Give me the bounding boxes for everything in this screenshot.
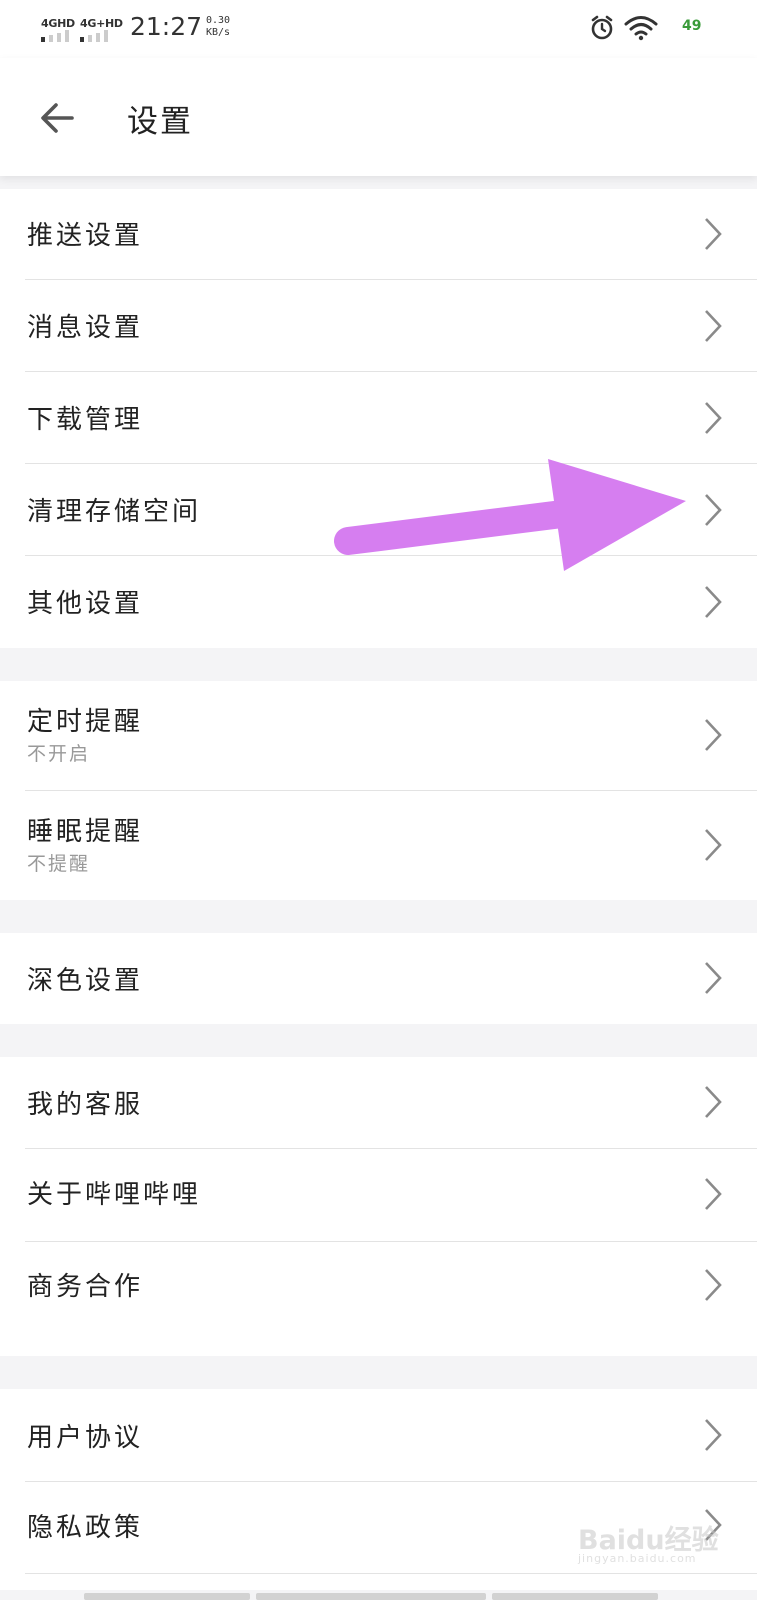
chevron-right-icon	[705, 1086, 722, 1118]
chevron-right-icon	[705, 719, 722, 751]
setting-label: 深色设置	[27, 966, 144, 996]
bottom-edge	[0, 1590, 757, 1600]
signal-indicator-1: 4GHD	[41, 12, 75, 42]
setting-label: 我的客服	[27, 1090, 144, 1120]
app-header: 设置	[0, 58, 757, 176]
divider	[25, 1573, 757, 1574]
setting-label: 关于哔哩哔哩	[27, 1180, 202, 1210]
setting-label: 睡眠提醒	[27, 817, 144, 847]
setting-label: 用户协议	[27, 1423, 144, 1453]
setting-label: 消息设置	[27, 313, 144, 343]
chevron-right-icon	[705, 829, 722, 861]
network-speed: 0.30 KB/s	[206, 15, 230, 39]
baidu-watermark: Baidu经验 jingyan.baidu.com	[578, 1510, 738, 1570]
settings-group-appearance: 深色设置	[0, 933, 757, 1024]
battery-level: 49	[682, 18, 702, 34]
chevron-right-icon	[705, 310, 722, 342]
alarm-icon	[591, 15, 613, 40]
watermark-url: jingyan.baidu.com	[578, 1552, 697, 1565]
network-speed-unit: KB/s	[206, 27, 231, 38]
signal-indicator-2: 4G+HD	[80, 12, 123, 42]
signal-label-2: 4G+HD	[80, 17, 123, 30]
signal-label-1: 4GHD	[41, 17, 75, 30]
status-bar: 4GHD 4G+HD 21:27 0.30 KB/s 49	[0, 0, 757, 58]
setting-item-timer-reminder[interactable]: 定时提醒 不开启	[0, 681, 757, 790]
setting-item-sleep-reminder[interactable]: 睡眠提醒 不提醒	[0, 791, 757, 900]
chevron-right-icon	[705, 1419, 722, 1451]
back-button[interactable]	[36, 96, 80, 140]
setting-label: 隐私政策	[27, 1513, 144, 1543]
setting-item-download[interactable]: 下载管理	[0, 372, 757, 464]
bottom-bar-segment	[84, 1593, 250, 1600]
bottom-bar-segment	[492, 1593, 658, 1600]
setting-item-message[interactable]: 消息设置	[0, 280, 757, 372]
chevron-right-icon	[705, 962, 722, 994]
bottom-bar-segment	[256, 1593, 486, 1600]
network-speed-value: 0.30	[206, 15, 231, 26]
pointing-arrow-icon	[334, 459, 686, 571]
setting-item-about-bilibili[interactable]: 关于哔哩哔哩	[0, 1149, 757, 1241]
setting-item-business[interactable]: 商务合作	[0, 1242, 757, 1333]
wifi-icon	[624, 16, 658, 41]
settings-group-reminders: 定时提醒 不开启 睡眠提醒 不提醒	[0, 681, 757, 900]
settings-group-about: 我的客服 关于哔哩哔哩 商务合作	[0, 1057, 757, 1356]
page-title: 设置	[127, 104, 193, 140]
chevron-right-icon	[705, 402, 722, 434]
setting-label: 推送设置	[27, 221, 144, 251]
setting-item-customer-service[interactable]: 我的客服	[0, 1057, 757, 1148]
setting-item-user-agreement[interactable]: 用户协议	[0, 1389, 757, 1481]
setting-item-dark-mode[interactable]: 深色设置	[0, 933, 757, 1024]
status-time: 21:27	[130, 12, 203, 41]
signal-bars-1-icon	[41, 30, 75, 42]
signal-bars-2-icon	[80, 30, 114, 42]
chevron-right-icon	[705, 1178, 722, 1210]
setting-item-push[interactable]: 推送设置	[0, 189, 757, 280]
arrow-left-icon	[41, 103, 74, 133]
setting-label: 定时提醒	[27, 707, 144, 737]
chevron-right-icon	[705, 1269, 722, 1301]
setting-label: 商务合作	[27, 1272, 144, 1302]
setting-label: 清理存储空间	[27, 497, 202, 527]
chevron-right-icon	[705, 218, 722, 250]
setting-label: 其他设置	[27, 589, 144, 619]
setting-sublabel: 不提醒	[27, 853, 91, 875]
setting-sublabel: 不开启	[27, 743, 91, 765]
setting-label: 下载管理	[27, 405, 144, 435]
